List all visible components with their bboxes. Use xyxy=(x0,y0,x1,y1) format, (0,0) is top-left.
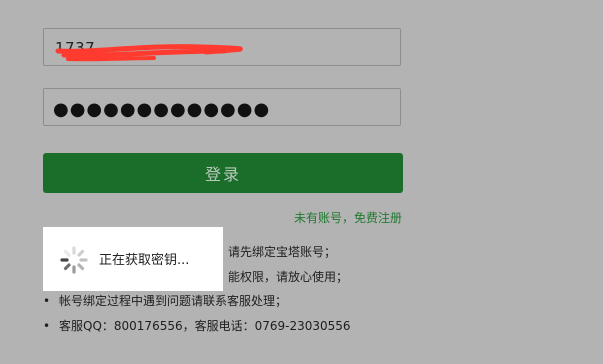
bullet-icon: • xyxy=(43,318,51,333)
loading-dialog: 正在获取密钥... xyxy=(43,227,223,291)
tip-text: 客服QQ：800176556，客服电话：0769-23030556 xyxy=(59,318,351,333)
redaction-mark xyxy=(55,44,243,62)
password-value: ●●●●●●●●●●●●● xyxy=(53,99,271,120)
loading-text: 正在获取密钥... xyxy=(99,253,190,268)
tip-item: • 客服QQ：800176556，客服电话：0769-23030556 xyxy=(40,317,351,342)
login-button[interactable]: 登录 xyxy=(43,153,403,193)
tip-text: 请先绑定宝塔账号； xyxy=(228,245,337,259)
loading-spinner-icon xyxy=(60,246,88,274)
tip-item: • 帐号绑定过程中遇到问题请联系客服处理； xyxy=(40,292,351,317)
register-link[interactable]: 未有账号，免费注册 xyxy=(294,209,402,226)
tip-text: 帐号绑定过程中遇到问题请联系客服处理； xyxy=(59,294,288,308)
password-field[interactable]: ●●●●●●●●●●●●● xyxy=(43,88,401,126)
bullet-icon: • xyxy=(43,294,51,308)
username-field[interactable]: 1737 xyxy=(43,28,401,66)
tip-text: 能权限，请放心使用； xyxy=(228,269,349,284)
